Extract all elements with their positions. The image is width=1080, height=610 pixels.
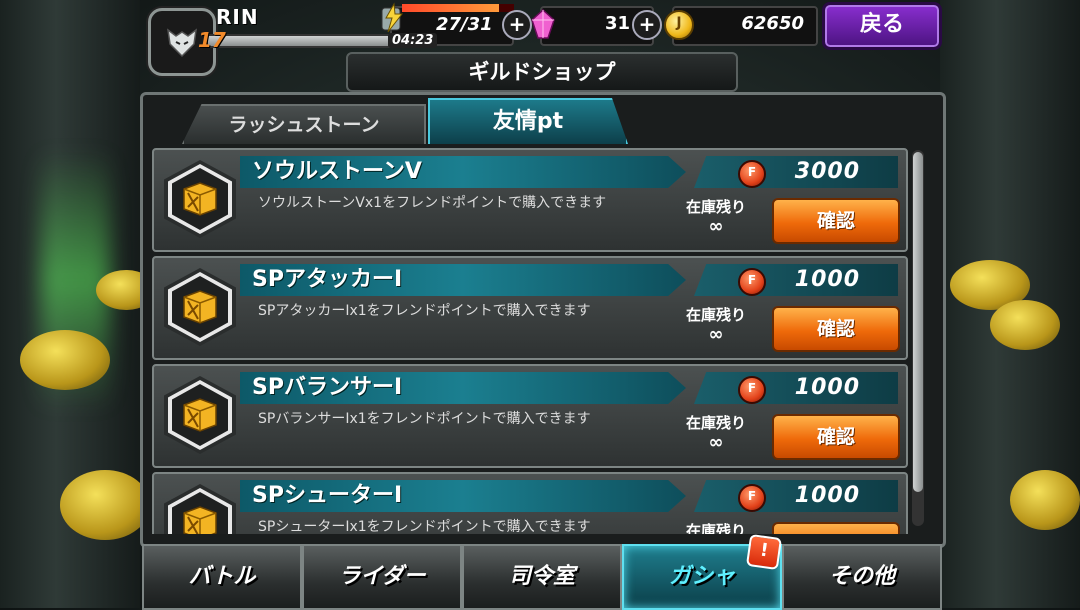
stamina-bolt-icon xyxy=(381,2,404,33)
bottom-navigation: バトル ライダー 司令室 ガシャ その他 xyxy=(140,544,942,610)
gold-box-icon xyxy=(183,398,217,432)
background-coin xyxy=(990,300,1060,350)
item-price: 1000 xyxy=(794,267,860,292)
background-coin xyxy=(20,330,110,390)
item-description: SPアタッカーⅠx1をフレンドポイントで購入できます xyxy=(258,303,591,319)
background-coin xyxy=(60,470,150,540)
confirm-button[interactable]: 確認 xyxy=(772,198,900,244)
shop-item: SPバランサーⅠ SPバランサーⅠx1をフレンドポイントで購入できます F 10… xyxy=(152,364,908,468)
gold-box-icon xyxy=(183,290,217,324)
stamina-value: 27/31 xyxy=(436,14,493,35)
player-name: RIN xyxy=(216,5,259,29)
friend-point-icon: F xyxy=(738,376,766,404)
nav-rider[interactable]: ライダー xyxy=(302,544,462,610)
confirm-button[interactable]: 確認 xyxy=(772,522,900,534)
friend-point-icon: F xyxy=(738,160,766,188)
item-price: 1000 xyxy=(794,483,860,508)
stamina-timer: 04:23 xyxy=(388,33,438,48)
friend-point-icon: F xyxy=(738,268,766,296)
tab-friend-points[interactable]: 友情pt xyxy=(428,98,628,144)
stock-value: ∞ xyxy=(708,324,724,345)
item-icon-frame xyxy=(164,376,236,454)
top-bar: RIN 17 27/31 04:23 + 31 + J 62650 戻る xyxy=(0,0,1080,76)
item-name: SPシューターⅠ xyxy=(252,483,403,508)
gold-box-icon xyxy=(183,182,217,216)
add-crystal-button[interactable]: + xyxy=(632,10,662,40)
confirm-button[interactable]: 確認 xyxy=(772,306,900,352)
stock-value: ∞ xyxy=(708,432,724,453)
notification-badge: ! xyxy=(745,533,783,571)
nav-battle[interactable]: バトル xyxy=(142,544,302,610)
stock-label: 在庫残り xyxy=(685,522,746,534)
page-title: ギルドショップ xyxy=(346,52,738,92)
item-description: SPシューターⅠx1をフレンドポイントで購入できます xyxy=(258,519,591,534)
player-level: 17 xyxy=(198,28,226,52)
nav-other[interactable]: その他 xyxy=(782,544,942,610)
friend-point-icon: F xyxy=(738,484,766,512)
item-description: SPバランサーⅠx1をフレンドポイントで購入できます xyxy=(258,411,591,427)
item-description: ソウルストーンVx1をフレンドポイントで購入できます xyxy=(258,195,607,211)
item-name: ソウルストーンV xyxy=(252,159,422,184)
tab-rush-stone[interactable]: ラッシュストーン xyxy=(182,104,426,144)
confirm-button[interactable]: 確認 xyxy=(772,414,900,460)
item-name: SPバランサーⅠ xyxy=(252,375,403,400)
shop-item-list[interactable]: ソウルストーンV ソウルストーンVx1をフレンドポイントで購入できます F 30… xyxy=(152,144,912,534)
shop-item: SPアタッカーⅠ SPアタッカーⅠx1をフレンドポイントで購入できます F 10… xyxy=(152,256,908,360)
experience-bar xyxy=(206,34,390,48)
wolf-emblem-icon xyxy=(167,28,197,58)
coin-count: 62650 xyxy=(741,13,804,34)
stamina-bar xyxy=(402,4,514,12)
coin-icon: J xyxy=(664,10,694,40)
shop-item: SPシューターⅠ SPシューターⅠx1をフレンドポイントで購入できます F 10… xyxy=(152,472,908,534)
stock-label: 在庫残り xyxy=(685,306,746,324)
stock-label: 在庫残り xyxy=(685,414,746,432)
list-scrollbar[interactable] xyxy=(912,150,924,526)
scrollbar-thumb[interactable] xyxy=(913,152,923,492)
stock-label: 在庫残り xyxy=(685,198,746,216)
stock-value: ∞ xyxy=(708,216,724,237)
shop-item: ソウルストーンV ソウルストーンVx1をフレンドポイントで購入できます F 30… xyxy=(152,148,908,252)
crystal-icon xyxy=(531,8,555,39)
item-price: 3000 xyxy=(794,159,860,184)
item-icon-frame xyxy=(164,160,236,238)
item-icon-frame xyxy=(164,484,236,534)
nav-command-room[interactable]: 司令室 xyxy=(462,544,622,610)
gold-box-icon xyxy=(183,506,217,534)
item-icon-frame xyxy=(164,268,236,346)
crystal-count: 31 xyxy=(604,13,630,34)
add-stamina-button[interactable]: + xyxy=(502,10,532,40)
item-price: 1000 xyxy=(794,375,860,400)
background-coin xyxy=(1010,470,1080,530)
back-button[interactable]: 戻る xyxy=(822,2,942,50)
item-name: SPアタッカーⅠ xyxy=(252,267,403,292)
